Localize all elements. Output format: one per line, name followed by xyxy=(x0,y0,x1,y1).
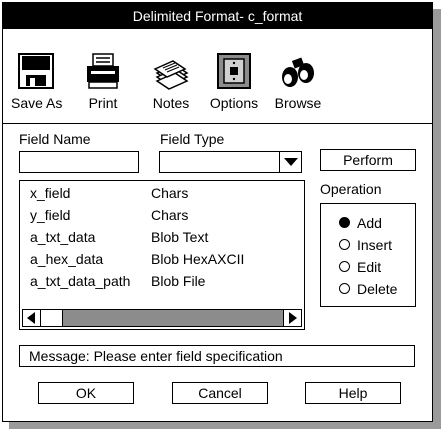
field-name-cell: x_field xyxy=(30,185,71,201)
fields-list[interactable]: x_field Chars y_field Chars a_txt_data B… xyxy=(19,180,305,330)
field-name-cell: a_txt_data_path xyxy=(30,273,131,289)
field-type-cell: Blob HexAXCII xyxy=(151,251,245,267)
options-switch-icon xyxy=(217,53,251,89)
print-button[interactable]: Print xyxy=(81,51,125,111)
operation-radio-group: Add Insert Edit Delete xyxy=(320,203,416,307)
field-name-cell: a_hex_data xyxy=(30,251,104,267)
field-type-cell: Chars xyxy=(151,185,189,201)
browse-label: Browse xyxy=(274,95,322,111)
field-name-cell: a_txt_data xyxy=(30,229,96,245)
cancel-button[interactable]: Cancel xyxy=(172,382,268,404)
binoculars-icon xyxy=(282,57,314,87)
scroll-left-icon[interactable] xyxy=(23,310,41,326)
field-name-cell: y_field xyxy=(30,207,71,223)
scroll-thumb[interactable] xyxy=(41,310,63,326)
toolbar: Save As Print Notes Options Browse xyxy=(3,29,432,124)
options-button[interactable]: Options xyxy=(207,51,261,111)
field-type-label: Field Type xyxy=(160,131,225,147)
notes-button[interactable]: Notes xyxy=(147,51,195,111)
browse-button[interactable]: Browse xyxy=(271,51,325,111)
radio-insert-label: Insert xyxy=(357,237,393,253)
field-type-cell: Blob File xyxy=(151,273,206,289)
floppy-disk-icon xyxy=(18,53,54,89)
radio-add-label: Add xyxy=(357,215,382,231)
field-type-cell: Chars xyxy=(151,207,189,223)
radio-empty-icon xyxy=(339,283,350,294)
delimited-format-dialog: Delimited Format- c_format Save As Print xyxy=(2,2,433,422)
chevron-down-icon[interactable] xyxy=(279,152,301,172)
save-as-label: Save As xyxy=(11,95,63,111)
radio-empty-icon xyxy=(339,239,350,250)
list-item[interactable]: a_txt_data_path Blob File xyxy=(30,270,294,292)
status-message: Message: Please enter field specificatio… xyxy=(19,345,415,367)
field-type-cell: Blob Text xyxy=(151,229,209,245)
list-item[interactable]: x_field Chars xyxy=(30,182,294,204)
list-item[interactable]: a_hex_data Blob HexAXCII xyxy=(30,248,294,270)
field-type-select[interactable] xyxy=(159,151,302,173)
operation-label: Operation xyxy=(320,181,382,197)
print-label: Print xyxy=(88,95,118,111)
save-as-button[interactable]: Save As xyxy=(11,51,63,111)
list-item[interactable]: a_txt_data Blob Text xyxy=(30,226,294,248)
field-name-input[interactable] xyxy=(19,151,139,173)
radio-selected-icon xyxy=(339,217,350,228)
radio-edit-label: Edit xyxy=(357,259,382,275)
horizontal-scrollbar[interactable] xyxy=(22,309,302,327)
options-label: Options xyxy=(209,95,259,111)
notes-label: Notes xyxy=(152,95,190,111)
notes-stack-icon xyxy=(153,60,189,90)
scroll-track[interactable] xyxy=(63,310,283,326)
radio-empty-icon xyxy=(339,261,350,272)
radio-delete-label: Delete xyxy=(357,281,398,297)
scroll-right-icon[interactable] xyxy=(283,310,301,326)
perform-button[interactable]: Perform xyxy=(320,149,416,171)
printer-icon xyxy=(87,53,119,89)
field-name-label: Field Name xyxy=(19,131,91,147)
ok-button[interactable]: OK xyxy=(38,382,134,404)
list-item[interactable]: y_field Chars xyxy=(30,204,294,226)
help-button[interactable]: Help xyxy=(305,382,401,404)
title-bar: Delimited Format- c_format xyxy=(3,3,432,29)
